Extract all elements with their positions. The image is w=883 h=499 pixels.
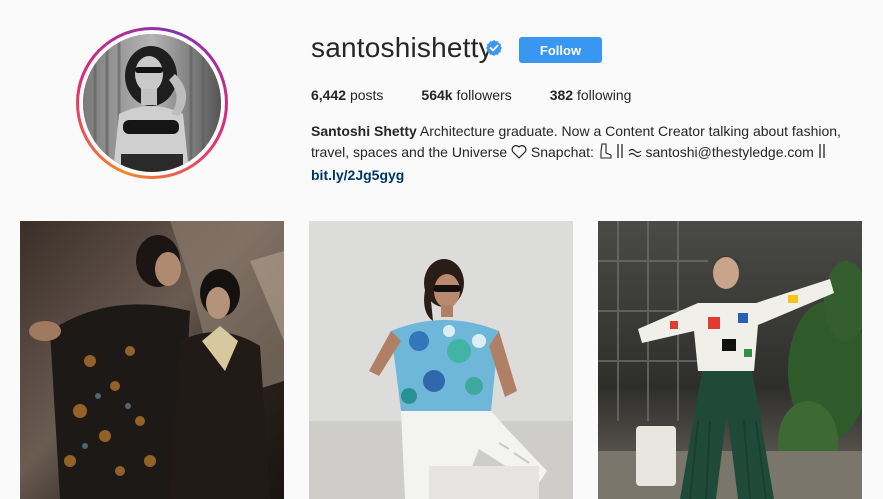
followers-label: followers: [456, 87, 512, 103]
follow-button[interactable]: Follow: [519, 37, 602, 63]
boot-icon: [598, 143, 612, 165]
verified-badge-icon: [486, 40, 502, 56]
email-wave-icon: [628, 144, 642, 165]
profile-bio: Santoshi Shetty Architecture graduate. N…: [311, 121, 871, 186]
username: santoshishetty: [311, 32, 493, 63]
post-thumbnail-2[interactable]: [309, 221, 573, 499]
following-count: 382: [549, 87, 574, 103]
bio-snapchat-label: Snapchat:: [530, 144, 594, 160]
posts-stat: 6,442 posts: [311, 87, 383, 103]
post-thumbnail-1[interactable]: [20, 221, 284, 499]
following-label: following: [576, 87, 632, 103]
bio-link[interactable]: bit.ly/2Jg5gyg: [311, 165, 404, 186]
posts-grid: [19, 221, 864, 499]
avatar-gap: [79, 30, 225, 176]
following-stat[interactable]: 382 following: [550, 87, 632, 103]
posts-count: 6,442: [311, 87, 347, 103]
bio-email: santoshi@thestyledge.com: [645, 144, 814, 160]
post-thumbnail-3[interactable]: [598, 221, 862, 499]
avatar[interactable]: [83, 34, 221, 172]
posts-label: posts: [349, 87, 384, 103]
profile-avatar-ring[interactable]: [76, 27, 228, 179]
divider-bars-end-icon: [818, 143, 826, 165]
heart-icon: [511, 144, 527, 165]
followers-stat[interactable]: 564k followers: [421, 87, 511, 103]
followers-count: 564k: [421, 87, 453, 103]
profile-stats: 6,442 posts 564k followers 382 following: [311, 87, 669, 103]
divider-bars-icon: [616, 143, 624, 165]
full-name: Santoshi Shetty: [311, 123, 417, 139]
